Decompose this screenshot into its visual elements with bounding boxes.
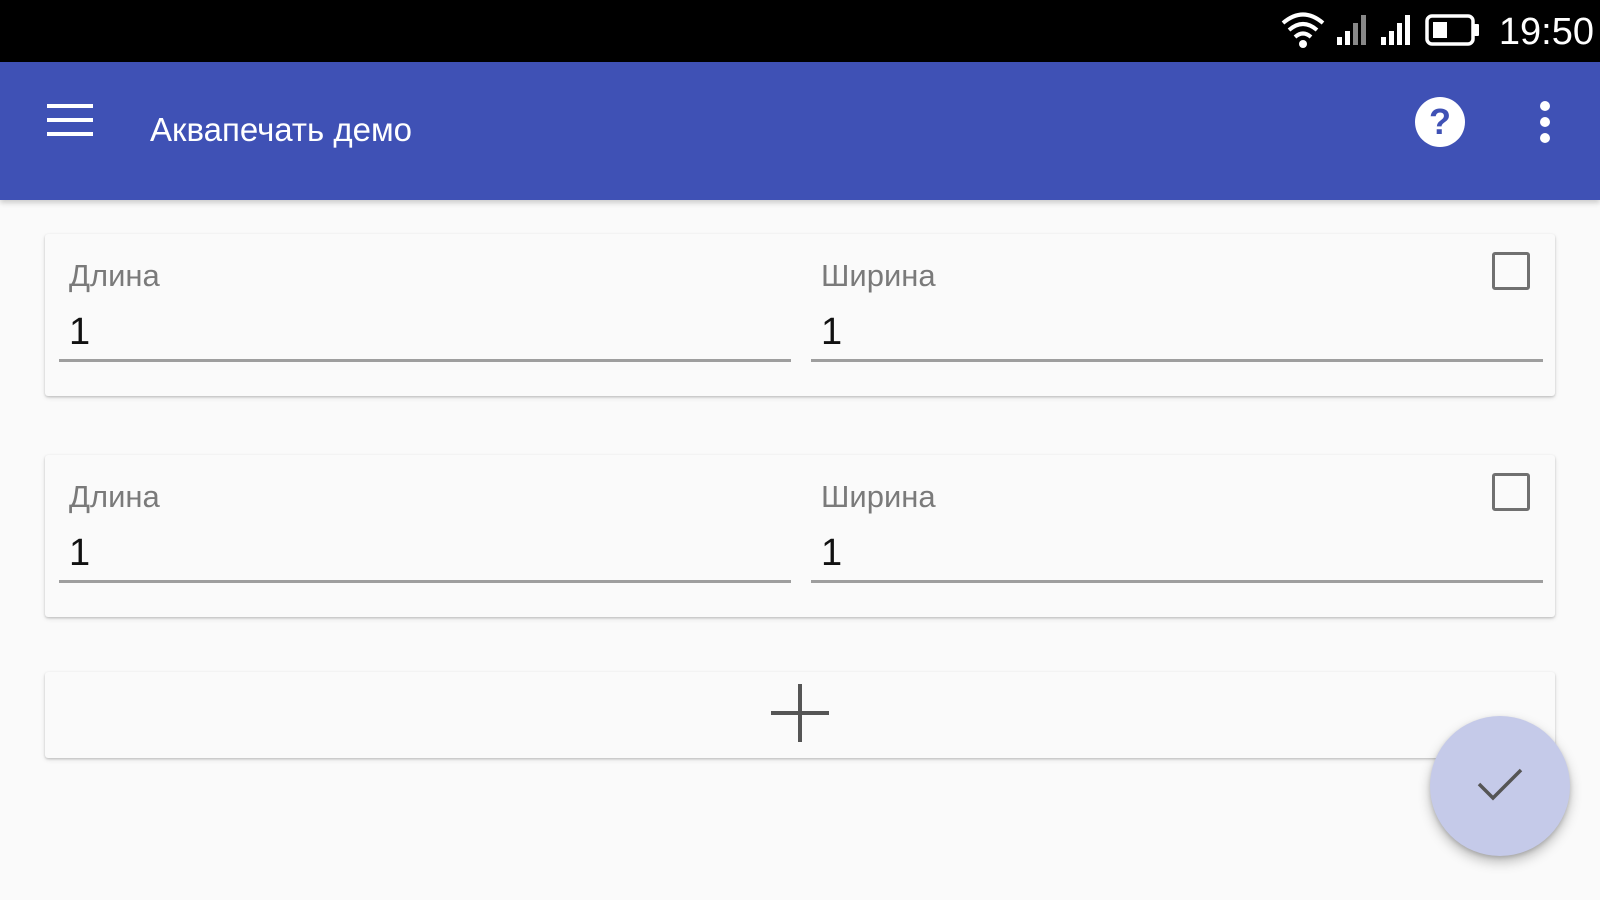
item-card: Длина Ширина [45,234,1555,396]
length-input[interactable] [59,306,791,362]
item-checkbox[interactable] [1492,252,1530,290]
help-button[interactable]: ? [1410,94,1470,154]
menu-button[interactable] [40,96,100,148]
status-icons: 19:50 [1281,8,1594,56]
width-field: Ширина [811,455,1543,595]
svg-text:?: ? [1429,101,1451,142]
length-field: Длина [59,455,791,595]
add-item-button[interactable] [45,672,1555,758]
signal-icon [1335,13,1369,52]
check-icon [1476,766,1524,807]
confirm-fab[interactable] [1430,716,1570,856]
help-icon: ? [1414,96,1466,153]
length-label: Длина [69,258,160,293]
length-field: Длина [59,234,791,374]
plus-icon [769,682,831,749]
app-title: Аквапечать демо [150,111,413,148]
status-bar: 19:50 [0,0,1600,62]
length-label: Длина [69,479,160,514]
item-card: Длина Ширина [45,455,1555,617]
width-input[interactable] [811,306,1543,362]
width-field: Ширина [811,234,1543,374]
battery-icon [1425,13,1481,52]
app-bar: Аквапечать демо ? [0,62,1600,200]
menu-icon [45,100,95,145]
signal-icon [1379,13,1415,52]
item-checkbox[interactable] [1492,473,1530,511]
status-time: 19:50 [1498,11,1594,53]
width-label: Ширина [821,258,936,293]
more-vert-icon [1539,100,1551,149]
length-input[interactable] [59,527,791,583]
width-input[interactable] [811,527,1543,583]
width-label: Ширина [821,479,936,514]
overflow-menu-button[interactable] [1520,92,1570,156]
wifi-icon [1281,10,1325,55]
